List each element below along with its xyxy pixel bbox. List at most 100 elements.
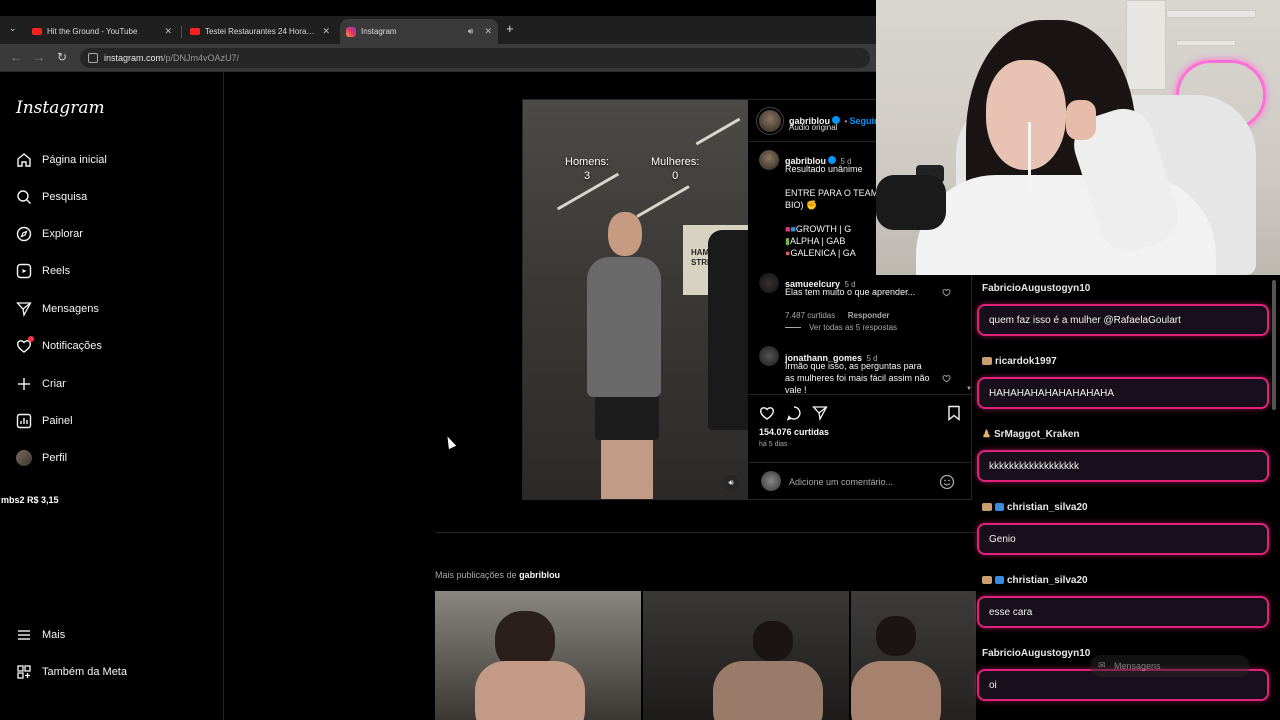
likes-count[interactable]: 154.076 curtidas [759, 427, 829, 437]
person-legs [601, 438, 653, 499]
chat-message: HAHAHAHAHAHAHAHAHA [977, 377, 1269, 409]
sidebar-item-explore[interactable]: Explorar [16, 226, 83, 242]
post-video[interactable]: HAMME STRENGTH Homens: 3 Mulheres: 0 🔊︎ [523, 100, 748, 499]
chat-message: esse cara [977, 596, 1269, 628]
messages-floating-button[interactable]: ✉ Mensagens [1090, 655, 1250, 677]
sidebar-item-more[interactable]: Mais [16, 627, 65, 643]
post-thumbnail[interactable] [851, 591, 976, 720]
share-icon[interactable] [812, 405, 828, 421]
sidebar-item-profile[interactable]: Perfil [16, 450, 67, 466]
sidebar-item-label: Página inicial [42, 154, 107, 166]
url-bar[interactable]: instagram.com/p/DNJm4vOAzU7/ [80, 48, 870, 68]
site-info-icon[interactable] [88, 53, 98, 63]
sidebar-item-label: Também da Meta [42, 666, 127, 678]
caption-text: Resultado unânime ENTRE PARA O TEAM BIO)… [785, 164, 879, 258]
tier-badge-icon [995, 503, 1004, 512]
thumbnail-head-shape [753, 621, 793, 661]
comment-text: Elas tem muito o que aprender... [785, 287, 916, 297]
close-tab-icon[interactable]: ✕ [164, 26, 172, 37]
sidebar-item-create[interactable]: Criar [16, 376, 66, 392]
plus-icon [18, 378, 30, 390]
emoji-icon[interactable] [939, 474, 955, 490]
more-posts-username[interactable]: gabriblou [519, 570, 560, 580]
chat-user-line: christian_silva20 [982, 502, 1088, 513]
volume-icon[interactable]: 🔊︎ [723, 475, 739, 491]
wall-shelf [1166, 10, 1256, 18]
comment-icon[interactable] [786, 405, 802, 421]
person-shorts [595, 390, 659, 440]
sidebar-item-label: Painel [42, 415, 73, 427]
forward-icon[interactable]: → [33, 50, 45, 64]
chat-scrollbar[interactable] [1272, 280, 1276, 410]
tab-label: Testei Restaurantes 24 Horas de [205, 27, 318, 36]
author-avatar[interactable] [759, 110, 781, 132]
window-top-strip [0, 0, 876, 16]
chat-username: christian_silva20 [1007, 502, 1088, 513]
back-icon[interactable]: ← [10, 50, 22, 64]
stray-overlay-text: mbs2 R$ 3,15 [1, 495, 59, 505]
address-toolbar: ← → ↻ instagram.com/p/DNJm4vOAzU7/ [0, 44, 876, 72]
chat-username: ricardok1997 [995, 356, 1057, 367]
tab-list-chevron-icon[interactable]: ⌄ [9, 23, 17, 34]
post-thumbnail[interactable] [435, 591, 641, 720]
sidebar-item-reels[interactable]: Reels [16, 263, 70, 279]
instagram-sidebar: Instagram Página inicial Pesquisa Explor… [0, 72, 224, 720]
reload-icon[interactable]: ↻ [57, 50, 67, 64]
url-host: instagram.com [104, 53, 164, 63]
tab-youtube-2[interactable]: Testei Restaurantes 24 Horas de ✕ [184, 19, 336, 44]
messages-button-label: Mensagens [1114, 661, 1161, 671]
avatar [16, 450, 32, 466]
sidebar-item-home[interactable]: Página inicial [16, 152, 107, 168]
view-replies-button[interactable]: Ver todas as 5 respostas [809, 323, 897, 332]
close-tab-icon[interactable]: ✕ [322, 26, 330, 37]
home-icon [17, 153, 31, 167]
chat-user-line: ricardok1997 [982, 356, 1057, 367]
speaker-icon[interactable]: 🔊︎ [468, 26, 474, 37]
youtube-icon [190, 28, 200, 35]
notification-dot [28, 336, 34, 342]
tab-instagram[interactable]: Instagram 🔊︎ ✕ [340, 19, 498, 44]
sidebar-item-notifications[interactable]: Notificações [16, 336, 102, 354]
person-shirt [587, 257, 661, 397]
post-date: há 5 dias [759, 441, 788, 448]
comment-like-heart-icon[interactable] [942, 374, 951, 383]
chart-icon [16, 413, 32, 429]
chat-message: quem faz isso é a mulher @RafaelaGoulart [977, 304, 1269, 336]
comment-like-heart-icon[interactable] [942, 288, 951, 297]
sub-badge-icon [982, 576, 992, 585]
sidebar-item-search[interactable]: Pesquisa [16, 189, 87, 205]
close-tab-icon[interactable]: ✕ [484, 26, 492, 37]
sidebar-item-label: Mais [42, 629, 66, 641]
ceiling-light [695, 117, 741, 146]
commenter-avatar[interactable] [759, 346, 779, 366]
search-icon [17, 190, 31, 204]
sidebar-item-label: Pesquisa [42, 191, 88, 203]
author-avatar[interactable] [759, 150, 779, 170]
new-tab-button[interactable]: + [506, 21, 514, 36]
tab-label: Instagram [361, 27, 397, 36]
chat-user-line: ♟ SrMaggot_Kraken [982, 429, 1080, 440]
sidebar-item-dashboard[interactable]: Painel [16, 413, 73, 429]
instagram-logo[interactable]: Instagram [16, 98, 105, 118]
tab-youtube-1[interactable]: Hit the Ground - YouTube ✕ [26, 19, 178, 44]
like-heart-icon[interactable] [759, 405, 775, 421]
microphone [876, 175, 946, 230]
more-posts-heading: Mais publicações de gabriblou [435, 570, 561, 580]
bookmark-icon[interactable] [946, 405, 962, 421]
chat-username: FabricioAugustogyn10 [982, 648, 1091, 659]
thumbnail-body-shape [475, 661, 585, 720]
reply-button[interactable]: Responder [848, 311, 890, 320]
sidebar-item-messages[interactable]: Mensagens [16, 301, 99, 317]
post-thumbnail[interactable] [643, 591, 849, 720]
audio-label[interactable]: Áudio original [789, 123, 837, 132]
comment-meta: 7.487 curtidas Responder [785, 305, 890, 323]
sidebar-item-label: Explorar [42, 228, 83, 240]
add-comment-input[interactable]: Adicione um comentário... [789, 477, 893, 487]
follow-button[interactable]: Seguir [849, 116, 877, 126]
comment-likes[interactable]: 7.487 curtidas [785, 311, 835, 320]
commenter-avatar[interactable] [759, 273, 779, 293]
sidebar-item-also-from-meta[interactable]: Também da Meta [16, 664, 127, 680]
sub-badge-icon [982, 357, 992, 366]
stream-chat: FabricioAugustogyn10 quem faz isso é a m… [972, 275, 1280, 720]
sidebar-item-label: Perfil [42, 452, 68, 464]
